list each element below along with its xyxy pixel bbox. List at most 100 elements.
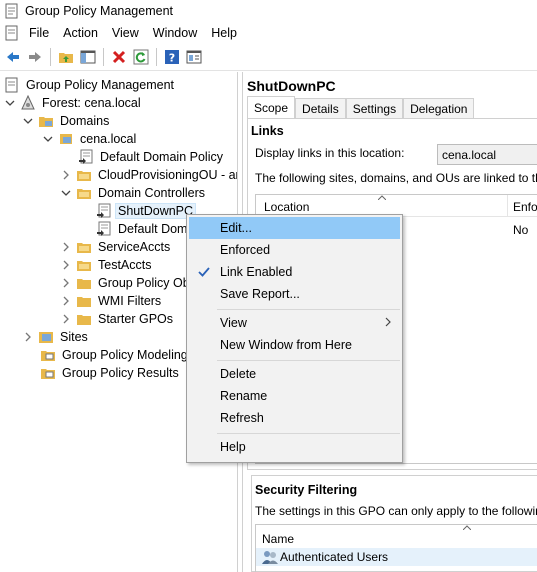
column-divider[interactable] xyxy=(507,195,508,217)
menu-item-rename[interactable]: Rename xyxy=(189,385,400,407)
menu-item-link-enabled[interactable]: Link Enabled xyxy=(189,261,400,283)
menu-item-enforced[interactable]: Enforced xyxy=(189,239,400,261)
toolbar-separator xyxy=(50,47,51,66)
tree-item-gp-modeling[interactable]: Group Policy Modeling xyxy=(40,346,190,364)
tree-item-sites[interactable]: Sites xyxy=(22,328,90,346)
tree-item-gp-results[interactable]: Group Policy Results xyxy=(40,364,181,382)
menu-action[interactable]: Action xyxy=(56,26,105,40)
menu-window[interactable]: Window xyxy=(146,26,204,40)
tree-item-cloud-ou[interactable]: CloudProvisioningOU - ar xyxy=(60,166,237,184)
tree-item-serviceaccts[interactable]: ServiceAccts xyxy=(60,238,172,256)
menu-item-help[interactable]: Help xyxy=(189,436,400,458)
tree-item-starter-gpos[interactable]: Starter GPOs xyxy=(60,310,175,328)
forward-button[interactable] xyxy=(24,46,46,68)
toolbar-separator xyxy=(156,47,157,66)
toolbar: ? xyxy=(0,43,537,71)
tree-item-gpm-root[interactable]: Group Policy Management xyxy=(4,76,176,94)
up-folder-button[interactable] xyxy=(55,46,77,68)
back-icon xyxy=(7,51,19,62)
column-name[interactable]: Name xyxy=(262,532,294,546)
show-hide-tree-button[interactable] xyxy=(77,46,99,68)
display-links-label: Display links in this location: xyxy=(255,146,405,160)
modeling-icon xyxy=(40,347,56,363)
gpm-icon xyxy=(4,77,20,93)
tree-label: Group Policy Ob xyxy=(98,276,190,290)
tab-settings[interactable]: Settings xyxy=(345,98,404,118)
column-enforced[interactable]: Enfo xyxy=(513,200,537,214)
tab-scope[interactable]: Scope xyxy=(247,96,296,118)
tree-item-domain[interactable]: cena.local xyxy=(42,130,138,148)
toolbar-separator xyxy=(103,47,104,66)
dropdown-value: cena.local xyxy=(442,147,497,162)
menu-item-label: Help xyxy=(220,440,246,454)
title-bar: Group Policy Management xyxy=(0,0,537,22)
chevron-right-icon[interactable] xyxy=(60,277,72,289)
tree-label: Default Dom xyxy=(118,222,188,236)
menu-item-label: Link Enabled xyxy=(220,265,293,279)
menu-item-label: New Window from Here xyxy=(220,338,352,352)
display-links-dropdown[interactable]: cena.local xyxy=(437,144,537,165)
tree-item-domain-controllers[interactable]: Domain Controllers xyxy=(60,184,207,202)
gpo-link-icon xyxy=(78,149,94,165)
menu-help[interactable]: Help xyxy=(204,26,244,40)
show-hide-tree-icon xyxy=(80,50,96,63)
security-row[interactable]: Authenticated Users xyxy=(256,548,537,566)
chevron-right-icon[interactable] xyxy=(60,259,72,271)
system-menu-icon[interactable] xyxy=(4,25,20,41)
tree-label: Domain Controllers xyxy=(98,186,205,200)
tree-item-testaccts[interactable]: TestAccts xyxy=(60,256,154,274)
menu-item-delete[interactable]: Delete xyxy=(189,363,400,385)
tree-item-gpo-objects[interactable]: Group Policy Ob xyxy=(60,274,192,292)
help-icon: ? xyxy=(165,49,179,64)
chevron-right-icon[interactable] xyxy=(22,331,34,343)
menu-view[interactable]: View xyxy=(105,26,146,40)
ou-folder-icon xyxy=(76,167,92,183)
tree-item-default-domain-policy[interactable]: Default Domain Policy xyxy=(78,148,225,166)
menu-item-view[interactable]: View xyxy=(189,312,400,334)
forward-icon xyxy=(29,51,41,62)
tree-label: ServiceAccts xyxy=(98,240,171,254)
menu-item-label: Delete xyxy=(220,367,257,381)
chevron-right-icon[interactable] xyxy=(60,241,72,253)
chevron-down-icon[interactable] xyxy=(4,97,16,109)
chevron-down-icon[interactable] xyxy=(42,133,54,145)
links-description: The following sites, domains, and OUs ar… xyxy=(255,171,537,185)
users-group-icon xyxy=(262,551,278,564)
ou-folder-icon xyxy=(76,239,92,255)
chevron-right-icon[interactable] xyxy=(60,313,72,325)
menu-file[interactable]: File xyxy=(22,26,56,40)
security-filtering-description: The settings in this GPO can only apply … xyxy=(255,504,537,518)
menu-item-refresh[interactable]: Refresh xyxy=(189,407,400,429)
tree-item-domains[interactable]: Domains xyxy=(22,112,111,130)
menu-item-save-report[interactable]: Save Report... xyxy=(189,283,400,305)
security-row-label: Authenticated Users xyxy=(280,550,389,564)
chevron-right-icon[interactable] xyxy=(60,295,72,307)
tab-strip: Scope Details Settings Delegation xyxy=(247,96,475,118)
menu-item-edit[interactable]: Edit... xyxy=(189,217,400,239)
tab-delegation[interactable]: Delegation xyxy=(403,98,475,118)
refresh-button[interactable] xyxy=(130,46,152,68)
tree-label: Group Policy Results xyxy=(62,366,179,380)
sites-icon xyxy=(38,329,54,345)
chevron-down-icon[interactable] xyxy=(22,115,34,127)
delete-button[interactable] xyxy=(108,46,130,68)
back-button[interactable] xyxy=(2,46,24,68)
menu-item-new-window[interactable]: New Window from Here xyxy=(189,334,400,356)
column-location[interactable]: Location xyxy=(264,200,309,214)
chevron-right-icon[interactable] xyxy=(60,169,72,181)
sort-ascending-icon xyxy=(378,195,386,200)
tree-label: Forest: cena.local xyxy=(42,96,141,110)
help-button[interactable]: ? xyxy=(161,46,183,68)
properties-icon xyxy=(186,50,202,63)
domains-icon xyxy=(38,113,54,129)
chevron-down-icon[interactable] xyxy=(60,187,72,199)
tree-item-forest[interactable]: Forest: cena.local xyxy=(4,94,143,112)
tree-item-default-dom[interactable]: Default Dom xyxy=(96,220,189,238)
tab-details[interactable]: Details xyxy=(295,98,346,118)
properties-button[interactable] xyxy=(183,46,205,68)
tree-item-shutdownpc[interactable]: ShutDownPC xyxy=(96,202,197,220)
security-filtering-table: Name Authenticated Users xyxy=(255,524,537,572)
menu-separator xyxy=(217,433,400,434)
tree-item-wmi-filters[interactable]: WMI Filters xyxy=(60,292,163,310)
tree-label: cena.local xyxy=(80,132,137,146)
